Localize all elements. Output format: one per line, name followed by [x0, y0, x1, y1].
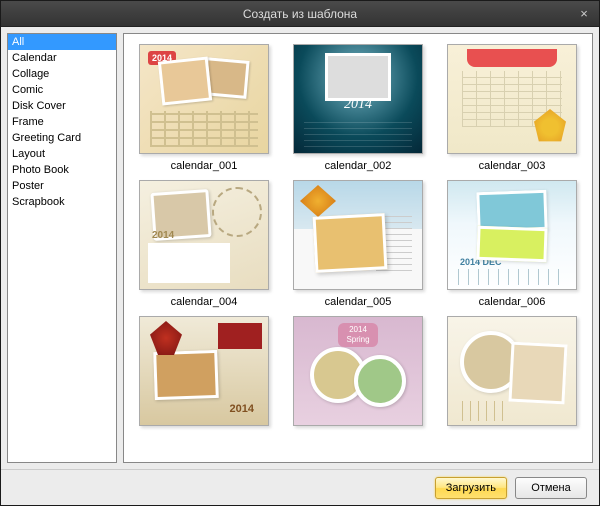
close-icon[interactable]: × [575, 5, 593, 21]
template-thumb[interactable]: 2014 calendar_004 [130, 180, 278, 308]
sidebar-item-label: Scrapbook [12, 196, 65, 208]
sidebar-item-label: Calendar [12, 52, 57, 64]
template-thumb[interactable]: calendar_005 [284, 180, 432, 308]
load-button[interactable]: Загрузить [435, 477, 507, 499]
thumb-label: calendar_004 [171, 296, 238, 308]
sidebar-item-greeting-card[interactable]: Greeting Card [8, 130, 116, 146]
sidebar-item-photo-book[interactable]: Photo Book [8, 162, 116, 178]
template-gallery[interactable]: calendar_001 calendar_002 calendar_003 2… [124, 34, 592, 462]
thumb-label: calendar_006 [479, 296, 546, 308]
thumb-label: calendar_001 [171, 160, 238, 172]
sidebar-item-disk-cover[interactable]: Disk Cover [8, 98, 116, 114]
sidebar-item-layout[interactable]: Layout [8, 146, 116, 162]
sidebar-item-all[interactable]: All [8, 34, 116, 50]
thumb-preview: 2014 [139, 316, 269, 426]
thumb-label: calendar_003 [479, 160, 546, 172]
thumb-preview [293, 180, 423, 290]
template-thumb[interactable] [438, 316, 586, 432]
sidebar-item-label: Frame [12, 116, 44, 128]
sidebar-item-frame[interactable]: Frame [8, 114, 116, 130]
sidebar-item-poster[interactable]: Poster [8, 178, 116, 194]
thumb-preview [293, 44, 423, 154]
template-thumb[interactable]: 2014 Spring [284, 316, 432, 432]
thumb-preview: 2014 DEC [447, 180, 577, 290]
sidebar-item-label: Comic [12, 84, 43, 96]
dialog-body: All Calendar Collage Comic Disk Cover Fr… [1, 27, 599, 469]
template-thumb[interactable]: calendar_001 [130, 44, 278, 172]
dialog-footer: Загрузить Отмена [1, 469, 599, 505]
thumb-preview: 2014 [139, 180, 269, 290]
sidebar-item-scrapbook[interactable]: Scrapbook [8, 194, 116, 210]
cancel-button[interactable]: Отмена [515, 477, 587, 499]
thumb-preview: 2014 Spring [293, 316, 423, 426]
sidebar-item-collage[interactable]: Collage [8, 66, 116, 82]
sidebar-item-label: Greeting Card [12, 132, 81, 144]
template-thumb[interactable]: calendar_003 [438, 44, 586, 172]
sidebar-item-label: Photo Book [12, 164, 69, 176]
gallery-panel: calendar_001 calendar_002 calendar_003 2… [123, 33, 593, 463]
window-title: Создать из шаблона [243, 7, 357, 21]
category-list[interactable]: All Calendar Collage Comic Disk Cover Fr… [7, 33, 117, 463]
sidebar-item-label: Layout [12, 148, 45, 160]
template-thumb[interactable]: calendar_002 [284, 44, 432, 172]
sidebar-item-label: Disk Cover [12, 100, 66, 112]
button-label: Отмена [531, 482, 570, 494]
sidebar-item-label: Poster [12, 180, 44, 192]
template-thumb[interactable]: 2014 [130, 316, 278, 432]
button-label: Загрузить [446, 482, 496, 494]
thumb-preview [139, 44, 269, 154]
sidebar-item-comic[interactable]: Comic [8, 82, 116, 98]
thumb-preview [447, 44, 577, 154]
dialog-window: Создать из шаблона × All Calendar Collag… [0, 0, 600, 506]
thumb-label: calendar_002 [325, 160, 392, 172]
sidebar-item-calendar[interactable]: Calendar [8, 50, 116, 66]
sidebar-item-label: Collage [12, 68, 49, 80]
template-thumb[interactable]: 2014 DEC calendar_006 [438, 180, 586, 308]
thumb-label: calendar_005 [325, 296, 392, 308]
thumb-preview [447, 316, 577, 426]
titlebar: Создать из шаблона × [1, 1, 599, 27]
sidebar-item-label: All [12, 36, 24, 48]
